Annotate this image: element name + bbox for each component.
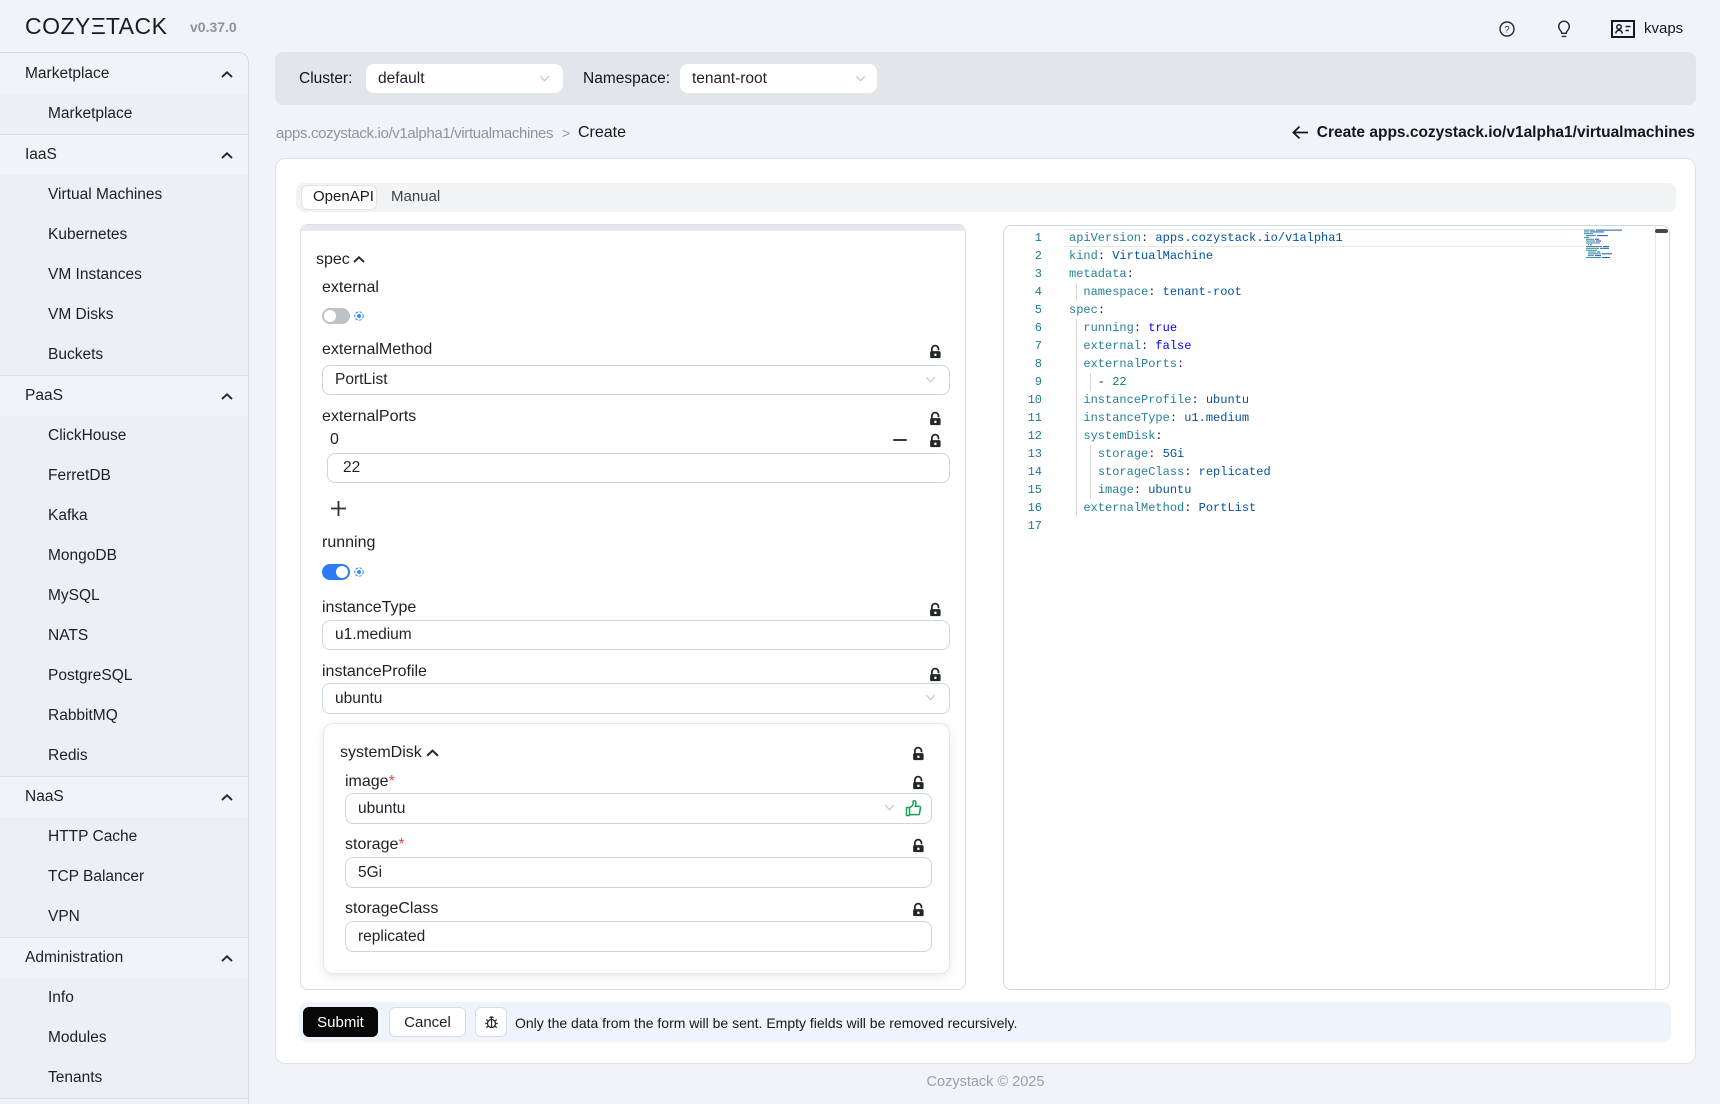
svg-text:?: ?: [1504, 24, 1509, 35]
